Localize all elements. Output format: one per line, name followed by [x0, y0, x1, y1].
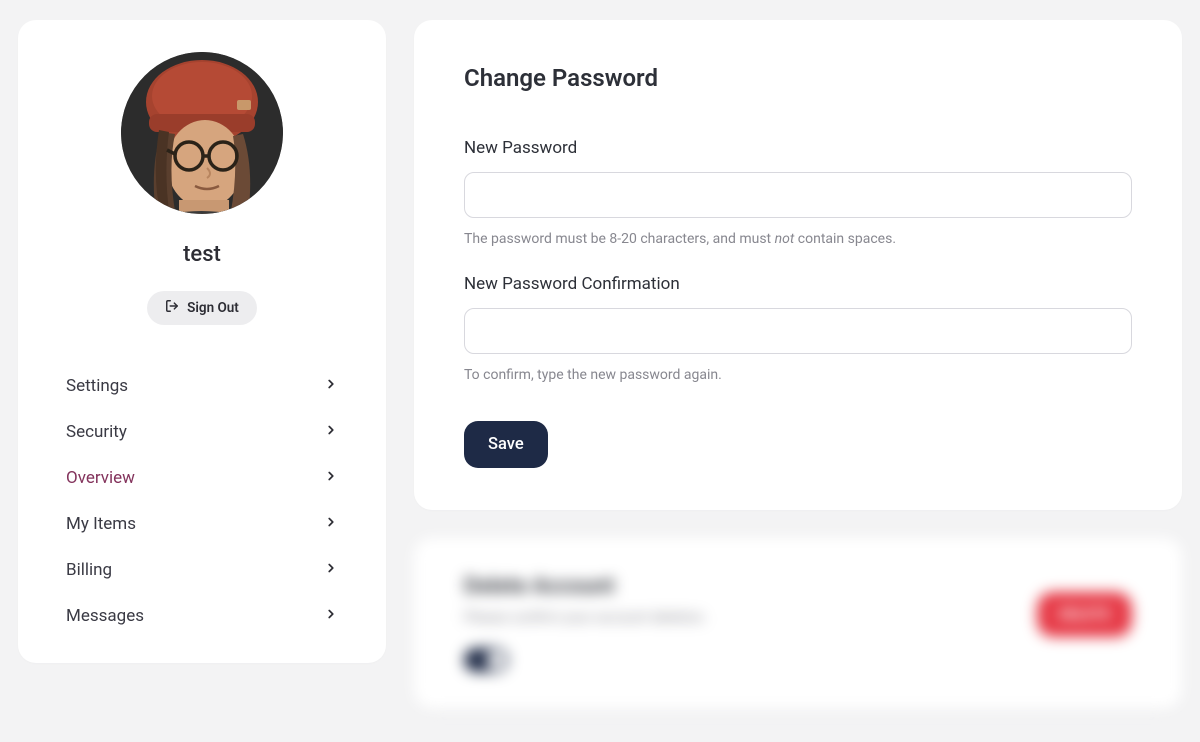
sidebar-item-label: Overview: [66, 468, 135, 488]
sidebar-nav: Settings Security Overview My Items: [18, 363, 386, 639]
new-password-input[interactable]: [464, 172, 1132, 218]
username: test: [183, 242, 221, 267]
sidebar-item-my-items[interactable]: My Items: [54, 501, 350, 547]
sidebar-item-overview[interactable]: Overview: [54, 455, 350, 501]
sidebar-item-settings[interactable]: Settings: [54, 363, 350, 409]
sidebar-item-label: Messages: [66, 606, 144, 626]
chevron-right-icon: [324, 376, 338, 396]
sidebar-item-label: My Items: [66, 514, 136, 534]
signout-button[interactable]: Sign Out: [147, 291, 257, 325]
sidebar-item-label: Settings: [66, 376, 128, 396]
sidebar-item-security[interactable]: Security: [54, 409, 350, 455]
sidebar-item-billing[interactable]: Billing: [54, 547, 350, 593]
signout-icon: [165, 299, 179, 317]
delete-title: Delete Account: [464, 574, 1037, 599]
hint-text: contain spaces.: [794, 231, 896, 247]
delete-confirm-toggle[interactable]: [464, 648, 508, 672]
chevron-right-icon: [324, 606, 338, 626]
delete-left: Delete Account Please confirm your accou…: [464, 574, 1037, 672]
sidebar: test Sign Out Settings Security: [18, 20, 386, 663]
new-password-field: New Password The password must be 8-20 c…: [464, 138, 1132, 250]
sidebar-item-label: Security: [66, 422, 127, 442]
change-password-card: Change Password New Password The passwor…: [414, 20, 1182, 510]
main-content: Change Password New Password The passwor…: [414, 20, 1182, 708]
hint-text: The password must be 8-20 characters, an…: [464, 231, 775, 247]
chevron-right-icon: [324, 514, 338, 534]
delete-description: Please confirm your account deletion.: [464, 609, 1037, 626]
page-layout: test Sign Out Settings Security: [18, 20, 1182, 708]
confirm-password-input[interactable]: [464, 308, 1132, 354]
delete-row: Delete Account Please confirm your accou…: [464, 574, 1132, 672]
delete-account-card: Delete Account Please confirm your accou…: [414, 538, 1182, 708]
confirm-password-label: New Password Confirmation: [464, 274, 1132, 294]
confirm-password-hint: To confirm, type the new password again.: [464, 366, 1132, 386]
confirm-password-field: New Password Confirmation To confirm, ty…: [464, 274, 1132, 386]
delete-button[interactable]: DELETE: [1037, 592, 1132, 637]
chevron-right-icon: [324, 422, 338, 442]
sidebar-item-messages[interactable]: Messages: [54, 593, 350, 639]
chevron-right-icon: [324, 468, 338, 488]
chevron-right-icon: [324, 560, 338, 580]
signout-label: Sign Out: [187, 300, 239, 316]
new-password-label: New Password: [464, 138, 1132, 158]
new-password-hint: The password must be 8-20 characters, an…: [464, 230, 1132, 250]
save-button[interactable]: Save: [464, 421, 548, 468]
sidebar-item-label: Billing: [66, 560, 112, 580]
hint-em: not: [775, 231, 795, 247]
avatar[interactable]: [121, 52, 283, 214]
avatar-image: [121, 52, 283, 214]
card-title: Change Password: [464, 64, 1132, 92]
